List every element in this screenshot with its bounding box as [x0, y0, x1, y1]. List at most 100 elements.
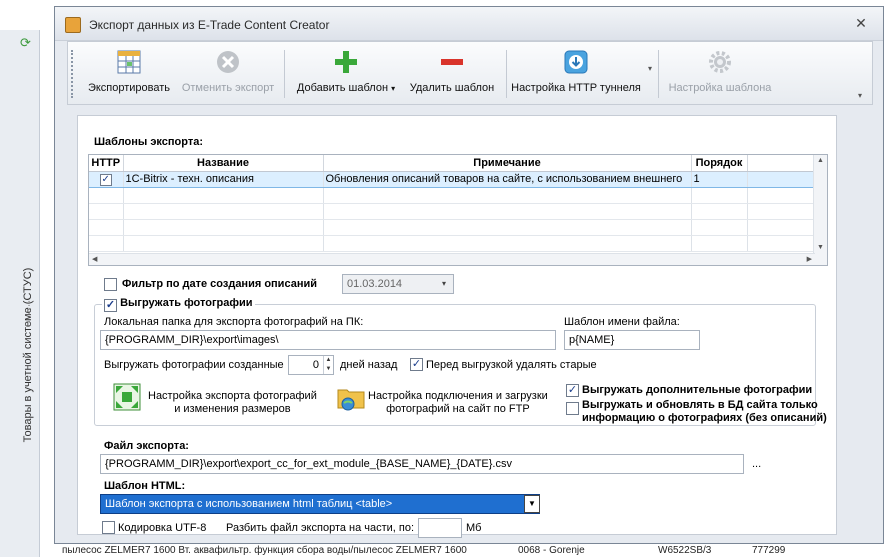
- toolbar-grip[interactable]: [71, 50, 75, 98]
- toolbar: Экспортировать Отменить экспорт Добавить…: [67, 41, 873, 105]
- templates-label: Шаблоны экспорта:: [94, 136, 204, 148]
- days-ago-label: дней назад: [340, 359, 398, 371]
- cancel-export-label: Отменить экспорт: [181, 82, 275, 94]
- remove-template-label: Удалить шаблон: [409, 82, 495, 94]
- table-row: [89, 219, 827, 236]
- cell-filler: [747, 170, 816, 188]
- filename-template-value: p{NAME}: [569, 334, 615, 346]
- bg-cell-brand: 0068 - Gorenje: [518, 545, 585, 556]
- ftp-settings-link[interactable]: Настройка подключения и загрузки фотогра…: [368, 390, 548, 416]
- export-label: Экспортировать: [87, 82, 171, 94]
- table-row: [89, 235, 827, 252]
- scroll-up-icon[interactable]: ▲: [817, 157, 824, 164]
- http-checkbox[interactable]: ✓: [99, 173, 112, 186]
- add-template-button[interactable]: Добавить шаблон ▾: [290, 44, 402, 102]
- bg-cell-name: пылесос ZELMER7 1600 Вт. аквафильтр. фун…: [62, 545, 467, 556]
- bg-table-row: пылесос ZELMER7 1600 Вт. аквафильтр. фун…: [40, 545, 884, 557]
- main-panel: Шаблоны экспорта: HTTP Название Примечан…: [77, 115, 837, 538]
- http-tunnel-icon: [564, 50, 588, 74]
- table-row[interactable]: ✓ 1C-Bitrix - техн. описания Обновления …: [89, 170, 827, 188]
- grid-horizontal-scrollbar[interactable]: ◀ ▶: [89, 253, 815, 265]
- col-filler: [747, 155, 816, 172]
- db-only-label: Выгружать и обновлять в БД сайта только …: [582, 399, 827, 424]
- chevron-down-icon[interactable]: ▾: [436, 275, 452, 293]
- local-folder-value: {PROGRAMM_DIR}\export\images\: [105, 334, 279, 346]
- export-file-label: Файл экспорта:: [104, 440, 189, 452]
- date-filter-label: Фильтр по дате создания описаний: [122, 278, 317, 290]
- add-template-text: Добавить шаблон: [296, 82, 389, 94]
- template-settings-label: Настройка шаблона: [668, 82, 772, 94]
- photos-label: Выгружать фотографии: [120, 297, 253, 309]
- col-name[interactable]: Название: [123, 155, 324, 172]
- export-file-value: {PROGRAMM_DIR}\export\export_cc_for_ext_…: [105, 458, 512, 470]
- resize-photos-link[interactable]: Настройка экспорта фотографий и изменени…: [148, 390, 317, 416]
- browse-button[interactable]: ...: [752, 458, 761, 470]
- bg-cell-code: W6522SB/3: [658, 545, 712, 556]
- col-order[interactable]: Порядок: [691, 155, 748, 172]
- chevron-down-icon[interactable]: ▾: [648, 64, 652, 73]
- http-tunnel-label: Настройка HTTP туннеля: [511, 82, 641, 94]
- close-button[interactable]: ✕: [853, 15, 869, 31]
- ftp-folder-icon[interactable]: [336, 382, 366, 412]
- side-panel-label[interactable]: Товары в учетной системе (СТУС): [18, 200, 38, 510]
- cancel-export-button[interactable]: Отменить экспорт: [176, 44, 280, 102]
- local-folder-label: Локальная папка для экспорта фотографий …: [104, 316, 364, 328]
- col-note[interactable]: Примечание: [323, 155, 692, 172]
- local-folder-input[interactable]: {PROGRAMM_DIR}\export\images\: [100, 330, 556, 350]
- template-settings-button[interactable]: Настройка шаблона: [662, 44, 778, 102]
- cell-order: 1: [691, 170, 748, 188]
- utf8-checkbox[interactable]: [102, 521, 115, 534]
- export-button[interactable]: Экспортировать: [82, 44, 176, 102]
- split-unit-label: Мб: [466, 522, 482, 534]
- split-label: Разбить файл экспорта на части, по:: [226, 522, 415, 534]
- titlebar[interactable]: Экспорт данных из E-Trade Content Creato…: [55, 7, 883, 41]
- templates-grid[interactable]: HTTP Название Примечание Порядок ✓ 1C-Bi…: [88, 154, 828, 266]
- html-template-select[interactable]: Шаблон экспорта с использованием html та…: [100, 494, 540, 514]
- scroll-down-icon[interactable]: ▼: [817, 244, 824, 251]
- col-http[interactable]: HTTP: [89, 155, 124, 172]
- table-row: [89, 203, 827, 220]
- scroll-right-icon[interactable]: ▶: [807, 255, 812, 263]
- side-panel-label-text: Товары в учетной системе (СТУС): [22, 267, 34, 443]
- window-title: Экспорт данных из E-Trade Content Creato…: [89, 18, 330, 32]
- table-row: [89, 187, 827, 204]
- delete-old-label: Перед выгрузкой удалять старые: [426, 359, 597, 371]
- utf8-label: Кодировка UTF-8: [118, 522, 207, 534]
- date-filter-value: 01.03.2014: [347, 278, 403, 290]
- scroll-left-icon[interactable]: ◀: [92, 255, 97, 263]
- split-size-input[interactable]: [418, 518, 462, 538]
- delete-old-checkbox[interactable]: ✓: [410, 358, 423, 371]
- grid-vertical-scrollbar[interactable]: ▲ ▼: [813, 155, 827, 265]
- filename-template-input[interactable]: p{NAME}: [564, 330, 700, 350]
- export-dialog: Экспорт данных из E-Trade Content Creato…: [54, 6, 884, 544]
- gear-icon: [709, 51, 731, 73]
- toolbar-overflow-icon[interactable]: ▾: [858, 91, 868, 101]
- stepper-arrows-icon[interactable]: ▲ ▼: [323, 356, 333, 374]
- http-tunnel-button[interactable]: Настройка HTTP туннеля: [508, 44, 644, 102]
- resize-photos-icon[interactable]: [112, 382, 142, 412]
- export-file-input[interactable]: {PROGRAMM_DIR}\export\export_cc_for_ext_…: [100, 454, 744, 474]
- photos-checkbox[interactable]: ✓: [104, 299, 117, 312]
- minus-icon: [441, 59, 463, 65]
- remove-template-button[interactable]: Удалить шаблон: [402, 44, 502, 102]
- cancel-icon: [217, 51, 239, 73]
- db-only-checkbox[interactable]: [566, 402, 579, 415]
- html-template-value: Шаблон экспорта с использованием html та…: [105, 498, 393, 510]
- date-filter-checkbox[interactable]: [104, 278, 117, 291]
- photos-group-header: ✓ Выгружать фотографии: [102, 297, 255, 312]
- toolbar-separator: [284, 50, 285, 98]
- export-table-icon: [117, 50, 141, 74]
- add-template-label: Добавить шаблон ▾: [290, 82, 402, 94]
- refresh-icon[interactable]: ⟳: [20, 36, 34, 50]
- filename-template-label: Шаблон имени файла:: [564, 316, 680, 328]
- chevron-down-icon[interactable]: ▼: [524, 495, 540, 513]
- toolbar-separator: [506, 50, 507, 98]
- toolbar-separator: [658, 50, 659, 98]
- days-value: 0: [312, 359, 319, 371]
- bg-cell-id: 777299: [752, 545, 786, 556]
- html-template-label: Шаблон HTML:: [104, 480, 186, 492]
- chevron-down-icon: ▾: [391, 84, 396, 93]
- cell-note: Обновления описаний товаров на сайте, с …: [323, 170, 692, 188]
- extra-photos-checkbox[interactable]: ✓: [566, 384, 579, 397]
- extra-photos-label: Выгружать дополнительные фотографии: [582, 384, 813, 396]
